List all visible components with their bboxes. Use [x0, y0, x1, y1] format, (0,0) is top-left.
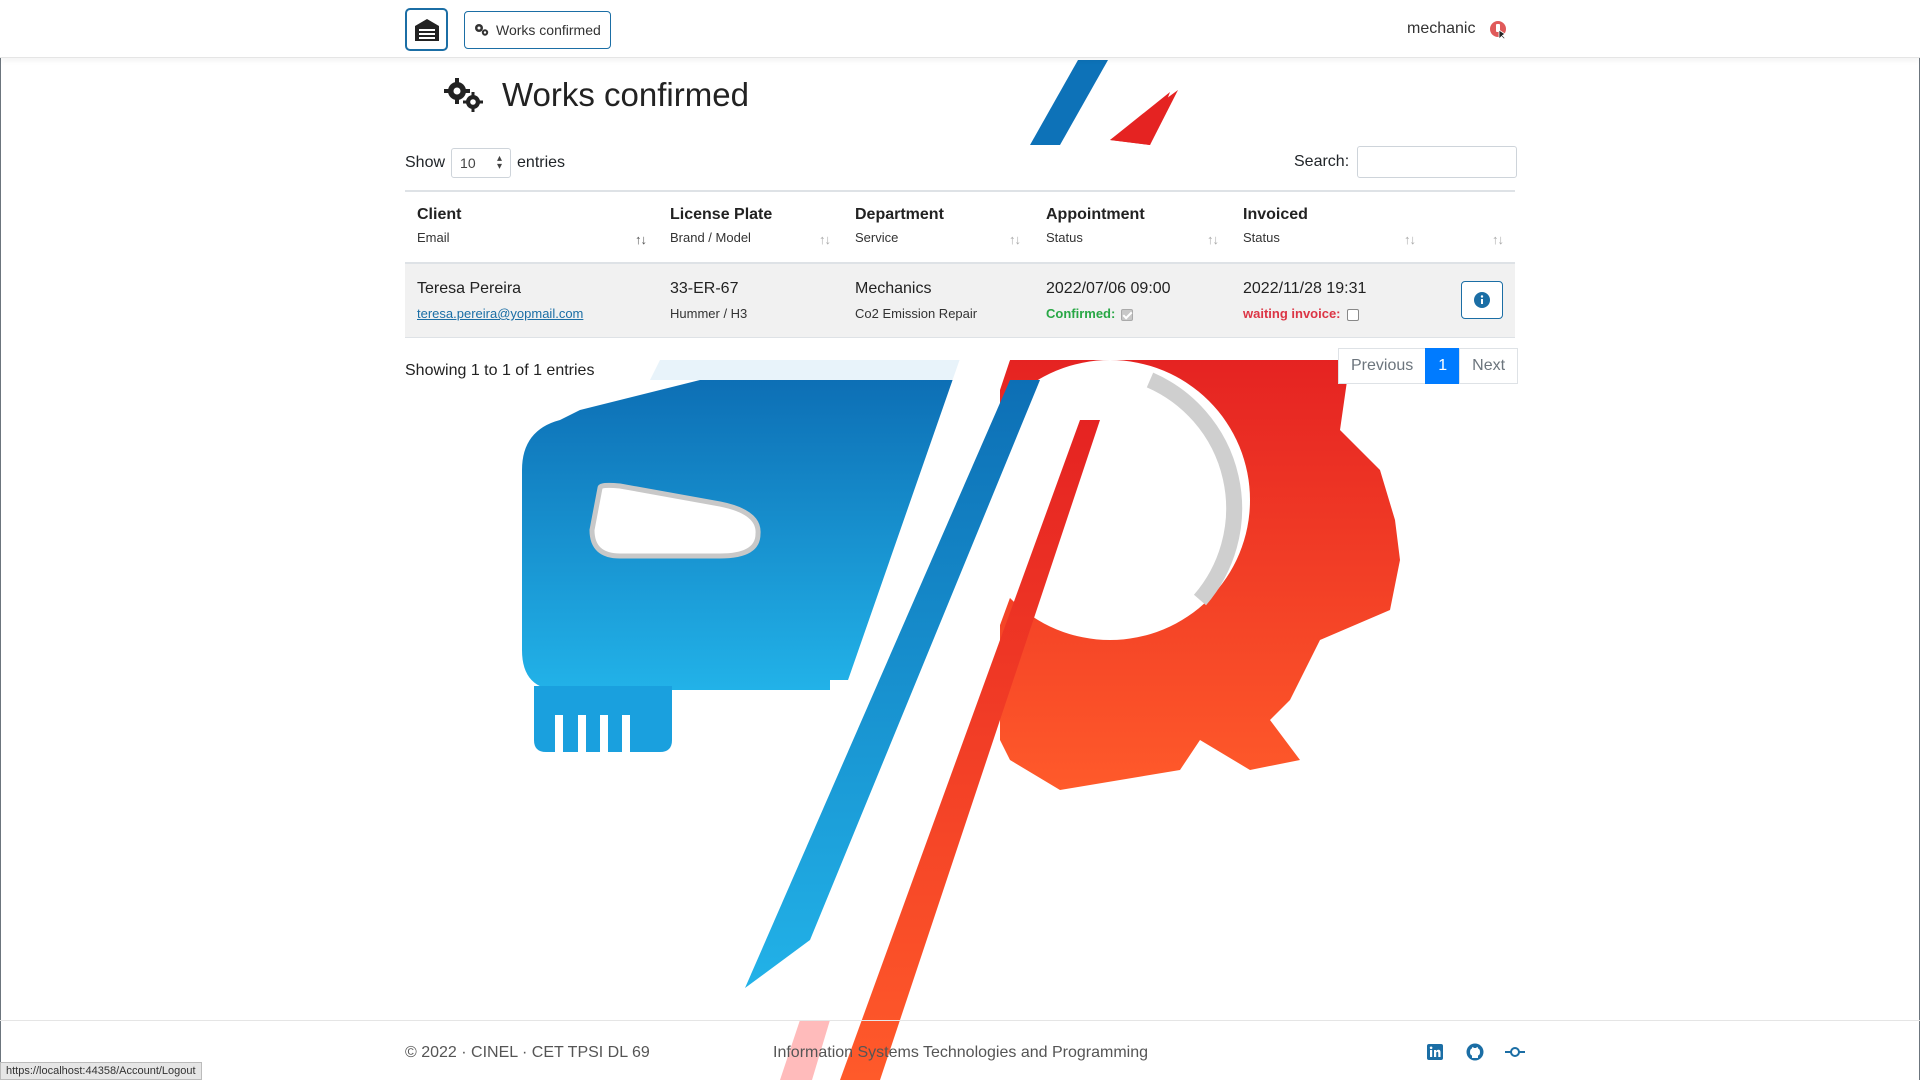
sort-icon[interactable]: ↑↓ — [1404, 232, 1416, 247]
git-commit-icon[interactable] — [1505, 1042, 1525, 1062]
browser-status-url: https://localhost:44358/Account/Logout — [0, 1062, 202, 1080]
previous-page-button[interactable]: Previous — [1338, 348, 1427, 384]
footer-course-text: Information Systems Technologies and Pro… — [773, 1044, 1148, 1061]
invoice-status-label: waiting invoice: — [1243, 306, 1341, 321]
info-icon — [1474, 292, 1490, 308]
license-plate: 33-ER-67 — [670, 280, 739, 297]
column-header-appointment[interactable]: Appointment Status — [1046, 206, 1145, 245]
copyright-text: © 2022 · CINEL · CET TPSI DL 69 — [405, 1044, 650, 1061]
next-page-button[interactable]: Next — [1459, 348, 1519, 384]
background-logo — [522, 0, 1400, 1080]
column-subtitle: Service — [855, 230, 899, 245]
linkedin-icon[interactable] — [1425, 1042, 1445, 1062]
garage-icon — [414, 18, 439, 41]
username: mechanic — [1407, 20, 1476, 37]
github-icon[interactable] — [1465, 1042, 1485, 1062]
footer: © 2022 · CINEL · CET TPSI DL 69 Informat… — [0, 1020, 1920, 1080]
column-header-invoiced[interactable]: Invoiced Status — [1243, 206, 1308, 245]
department: Mechanics — [855, 280, 932, 297]
column-header-license-plate[interactable]: License Plate Brand / Model — [670, 206, 772, 245]
select-arrows-icon: ▴ ▾ — [497, 153, 503, 172]
column-header-client[interactable]: Client Email — [417, 206, 461, 245]
sort-icon[interactable]: ↑↓ — [819, 232, 831, 247]
search-input[interactable] — [1357, 146, 1518, 178]
search-label: Search: — [1294, 153, 1350, 170]
navbar: Works confirmed mechanic — [0, 0, 1920, 58]
nav-pill-label: Works confirmed — [496, 22, 601, 38]
page-1-button[interactable]: 1 — [1425, 348, 1461, 384]
column-subtitle: Brand / Model — [670, 230, 751, 245]
logout-icon[interactable] — [1489, 20, 1509, 40]
entries-label: entries — [517, 154, 566, 171]
invoice-status: waiting invoice: — [1243, 306, 1366, 321]
client-name: Teresa Pereira — [417, 280, 522, 297]
invoice-checkbox — [1346, 308, 1359, 321]
appointment-date: 2022/07/06 09:00 — [1046, 280, 1171, 297]
works-table: Client Email ↑↓ License Plate Brand / Mo… — [405, 190, 1515, 338]
home-button[interactable] — [405, 8, 448, 51]
column-title: Appointment — [1046, 206, 1145, 223]
brand-model: Hummer / H3 — [670, 306, 748, 321]
sort-icon[interactable]: ↑↓ — [1207, 232, 1219, 247]
column-header-department[interactable]: Department Service — [855, 206, 944, 245]
table-header: Client Email ↑↓ License Plate Brand / Mo… — [405, 190, 1515, 264]
page-header: Works confirmed — [444, 76, 749, 114]
appointment-status-label: Confirmed: — [1046, 306, 1116, 321]
page-length-control: Show 10 ▴ ▾ entries — [405, 148, 565, 178]
column-title: Invoiced — [1243, 206, 1308, 223]
page-length-value: 10 — [460, 155, 476, 171]
column-subtitle: Email — [417, 230, 450, 245]
invoiced-date: 2022/11/28 19:31 — [1243, 280, 1367, 297]
service: Co2 Emission Repair — [855, 306, 978, 321]
details-button[interactable] — [1461, 281, 1503, 319]
column-title: License Plate — [670, 206, 773, 223]
table-row[interactable]: Teresa Pereira teresa.pereira@yopmail.co… — [405, 264, 1515, 338]
cell-client: Teresa Pereira teresa.pereira@yopmail.co… — [417, 280, 583, 321]
search-control: Search: — [1294, 146, 1518, 178]
appointment-status: Confirmed: — [1046, 306, 1171, 321]
page-title: Works confirmed — [502, 76, 749, 113]
column-title: Client — [417, 206, 462, 223]
column-subtitle: Status — [1243, 230, 1280, 245]
gears-icon — [444, 78, 483, 112]
pagination: Previous 1 Next — [1338, 348, 1519, 384]
sort-icon[interactable]: ↑↓ — [1009, 232, 1021, 247]
gears-icon — [475, 24, 489, 36]
cell-appointment: 2022/07/06 09:00 Confirmed: — [1046, 280, 1171, 321]
cell-invoiced: 2022/11/28 19:31 waiting invoice: — [1243, 280, 1366, 321]
show-label: Show — [405, 154, 446, 171]
sort-icon[interactable]: ↑↓ — [635, 232, 647, 247]
page-length-select[interactable]: 10 ▴ ▾ — [451, 148, 512, 178]
table-info: Showing 1 to 1 of 1 entries — [405, 362, 595, 379]
cell-license-plate: 33-ER-67 Hummer / H3 — [670, 280, 747, 321]
footer-social-links — [1425, 1042, 1525, 1062]
client-email-link[interactable]: teresa.pereira@yopmail.com — [417, 306, 583, 321]
nav-works-confirmed[interactable]: Works confirmed — [464, 11, 611, 49]
column-title: Department — [855, 206, 944, 223]
sort-icon[interactable]: ↑↓ — [1492, 232, 1504, 247]
confirmed-checkbox — [1121, 308, 1134, 321]
column-subtitle: Status — [1046, 230, 1083, 245]
cell-department: Mechanics Co2 Emission Repair — [855, 280, 977, 321]
